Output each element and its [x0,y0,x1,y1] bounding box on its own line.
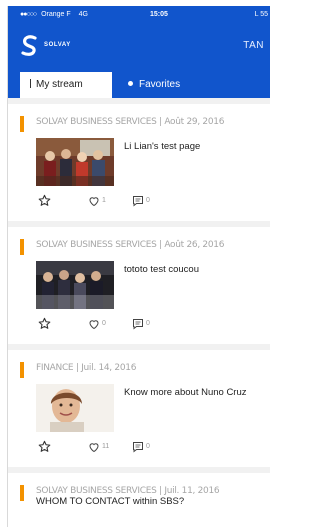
comment-button[interactable]: 0 [132,194,150,208]
comment-button[interactable]: 0 [132,440,150,454]
category-accent [20,239,24,255]
brand-name: SOLVAY [44,42,71,48]
favorite-button[interactable] [38,317,51,331]
battery-status: L 55 [254,11,268,18]
stream-post[interactable]: SOLVAY BUSINESS SERVICES | Août 29, 2016… [8,104,270,221]
category-accent [20,362,24,378]
post-actions: 1 0 [38,194,198,208]
comment-count: 0 [146,320,150,327]
category-accent [20,485,24,501]
signal-icon: ●●○○○ [20,11,37,18]
star-icon [38,317,51,329]
like-button[interactable]: 11 [88,440,109,454]
heart-icon [89,320,99,330]
heart-icon [89,443,99,453]
phone-screen: ●●○○○ Orange F 4G 15:05 L 55 SOLVAY TAN … [7,6,270,527]
comment-icon [133,319,143,330]
favorite-button[interactable] [38,440,51,454]
network-type: 4G [78,11,88,18]
tab-favorites-label: Favorites [139,79,181,90]
post-meta: SOLVAY BUSINESS SERVICES | Août 29, 2016 [36,117,225,127]
comment-count: 0 [146,443,150,450]
like-count: 0 [102,320,106,327]
tab-bar: My stream Favorites [8,68,270,98]
carrier-info: ●●○○○ Orange F 4G [20,6,88,24]
solvay-logo-icon [21,35,37,56]
post-title[interactable]: Know more about Nuno Cruz [124,387,247,398]
favorite-button[interactable] [38,194,51,208]
carrier-name: Orange F [41,11,71,18]
tab-favorites[interactable]: Favorites [120,72,180,98]
like-button[interactable]: 1 [88,194,106,208]
meeting-photo-thumbnail[interactable] [36,261,114,309]
stream-post[interactable]: FINANCE | Juil. 14, 2016 Know more about… [8,350,270,467]
post-meta: SOLVAY BUSINESS SERVICES | Juil. 11, 201… [36,486,220,496]
portrait-photo-thumbnail[interactable] [36,384,114,432]
status-time: 15:05 [150,11,168,18]
app-header: SOLVAY TAN [8,24,270,68]
post-title[interactable]: WHOM TO CONTACT within SBS? [36,496,184,507]
tab-my-stream[interactable]: My stream [20,72,112,98]
post-meta: SOLVAY BUSINESS SERVICES | Août 26, 2016 [36,240,225,250]
star-icon [38,440,51,452]
like-count: 1 [102,197,106,204]
comment-icon [133,442,143,453]
group-photo-thumbnail[interactable] [36,138,114,186]
comment-button[interactable]: 0 [132,317,150,331]
post-actions: 11 0 [38,440,198,454]
star-icon [38,194,51,206]
post-actions: 0 0 [38,317,198,331]
category-accent [20,116,24,132]
like-button[interactable]: 0 [88,317,106,331]
favorites-dot-icon [128,81,133,86]
comment-count: 0 [146,197,150,204]
stream-post[interactable]: SOLVAY BUSINESS SERVICES | Août 26, 2016… [8,227,270,344]
status-bar: ●●○○○ Orange F 4G 15:05 L 55 [8,6,270,24]
like-count: 11 [102,443,110,450]
heart-icon [89,197,99,207]
user-button[interactable]: TAN [243,40,264,51]
tab-my-stream-label: My stream [36,79,83,90]
post-meta: FINANCE | Juil. 14, 2016 [36,363,137,373]
post-title[interactable]: Li Lian's test page [124,141,200,152]
comment-icon [133,196,143,207]
post-title[interactable]: tototo test coucou [124,264,199,275]
stream-icon [30,79,31,88]
stream-post[interactable]: SOLVAY BUSINESS SERVICES | Juil. 11, 201… [8,473,270,527]
